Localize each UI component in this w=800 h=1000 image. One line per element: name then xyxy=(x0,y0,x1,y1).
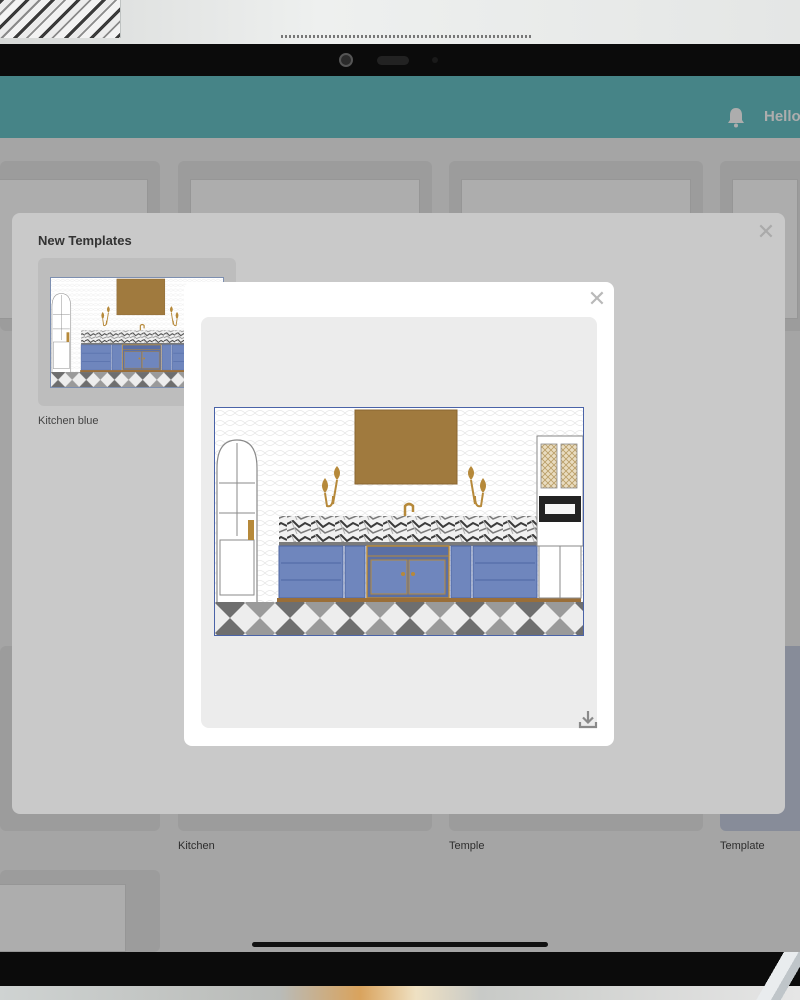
surface-background-bottom xyxy=(0,986,800,1000)
tablet-screen: Hello Kitchen Temple Template New Templa… xyxy=(0,76,800,952)
kitchen-illustration xyxy=(215,408,583,635)
tablet-bezel-top xyxy=(0,44,800,76)
marble-texture xyxy=(0,0,120,38)
frame-edge xyxy=(120,0,800,38)
template-name: Kitchen blue xyxy=(38,415,99,427)
download-icon[interactable] xyxy=(577,708,599,730)
sensor-bar xyxy=(377,56,409,65)
template-preview-modal: ✕ xyxy=(184,282,614,746)
home-indicator[interactable] xyxy=(252,942,548,947)
panel-close-icon[interactable]: ✕ xyxy=(755,221,777,243)
preview-area xyxy=(201,317,599,730)
surface-object xyxy=(740,952,800,1000)
tablet-bezel-bottom xyxy=(0,952,800,986)
panel-title: New Templates xyxy=(38,233,132,248)
sensor-dot xyxy=(432,57,438,63)
template-preview-image xyxy=(214,407,584,636)
surface-background-top xyxy=(0,0,800,44)
front-camera xyxy=(339,53,353,67)
close-icon[interactable]: ✕ xyxy=(586,288,608,310)
